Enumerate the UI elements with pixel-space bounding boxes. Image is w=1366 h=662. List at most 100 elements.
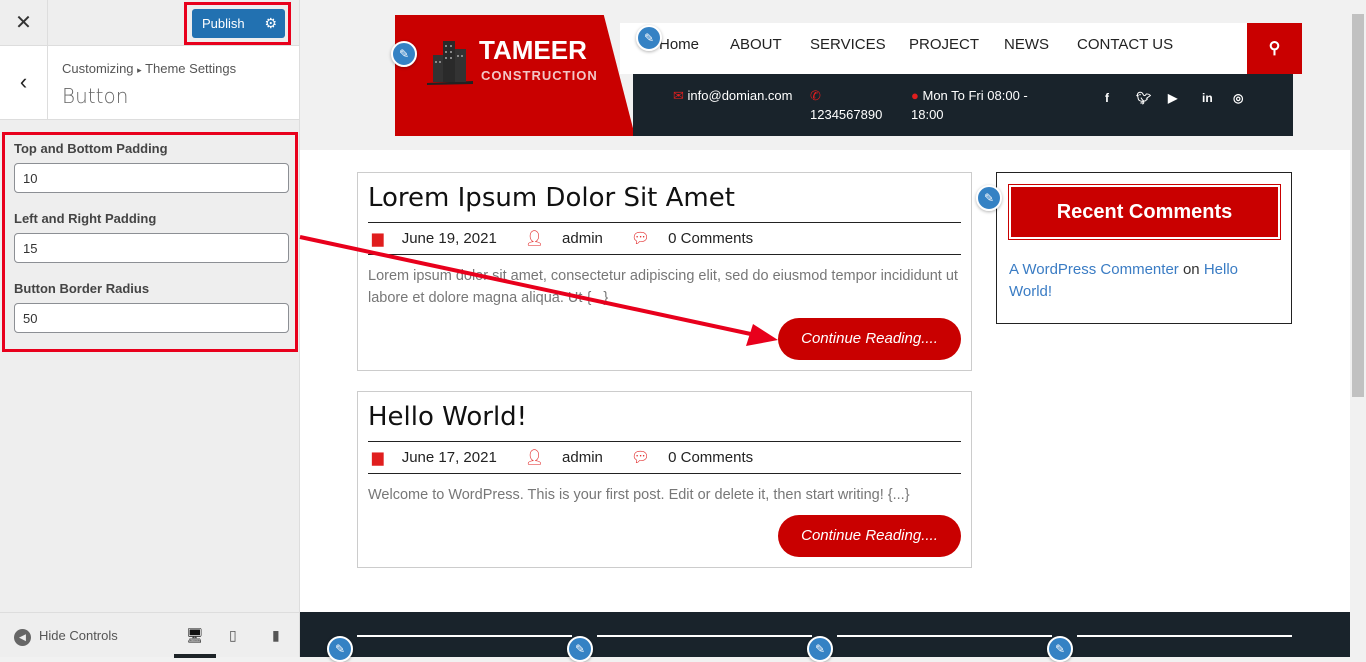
email-text: info@domian.com xyxy=(687,88,793,103)
divider xyxy=(368,473,961,474)
envelope-icon: ✉ xyxy=(673,88,684,103)
post-comments[interactable]: 0 Comments xyxy=(668,230,753,247)
scrollbar-thumb[interactable] xyxy=(1352,14,1364,397)
user-icon: 👤︎ xyxy=(524,449,544,466)
post-card: Hello World! ▆ June 17, 2021 👤︎ admin 💬︎ 0… xyxy=(357,391,972,568)
facebook-icon[interactable]: f xyxy=(1105,91,1109,105)
post-date[interactable]: June 19, 2021 xyxy=(402,230,497,247)
hide-controls-button[interactable]: ◀ Hide Controls xyxy=(14,628,118,646)
gear-icon[interactable]: ⚙ xyxy=(264,9,277,38)
calendar-icon: ▆ xyxy=(372,230,384,247)
breadcrumb-parent: Theme Settings xyxy=(145,61,237,76)
top-bottom-padding-label: Top and Bottom Padding xyxy=(14,141,168,156)
instagram-icon[interactable]: ◎ xyxy=(1233,91,1243,105)
main-nav: Home ABOUT SERVICES PROJECT NEWS CONTACT… xyxy=(620,23,1247,74)
post-title[interactable]: Lorem Ipsum Dolor Sit Amet xyxy=(368,183,735,213)
nav-services[interactable]: SERVICES xyxy=(810,36,886,53)
nav-contact[interactable]: CONTACT US xyxy=(1077,36,1173,53)
customizer-sidebar: ✕ Publish ⚙ ‹ Customizing ▸ Theme Setting… xyxy=(0,0,300,658)
edit-shortcut-icon[interactable]: ✎ xyxy=(636,25,662,51)
post-author[interactable]: admin xyxy=(562,449,603,466)
recent-comments-widget: Recent Comments A WordPress Commenter on… xyxy=(996,172,1292,324)
site-header: TAMEER CONSTRUCTION ✎ Home ABOUT SERVICE… xyxy=(300,0,1350,150)
continue-reading-button[interactable]: Continue Reading.... xyxy=(778,515,961,557)
site-logo[interactable]: TAMEER CONSTRUCTION xyxy=(395,15,635,136)
divider xyxy=(368,441,961,442)
border-radius-input[interactable] xyxy=(14,303,289,333)
footer-divider xyxy=(837,635,1052,637)
nav-project[interactable]: PROJECT xyxy=(909,36,979,53)
button-controls: Top and Bottom Padding Left and Right Pa… xyxy=(2,132,298,352)
email-info: ✉ info@domian.com xyxy=(673,86,793,105)
recent-comment: A WordPress Commenter on Hello World! xyxy=(1009,259,1279,303)
footer-divider xyxy=(1077,635,1292,637)
hide-controls-label: Hide Controls xyxy=(39,628,118,643)
publish-button[interactable]: Publish ⚙ xyxy=(192,9,285,38)
commenter-link[interactable]: A WordPress Commenter xyxy=(1009,261,1179,278)
continue-reading-button[interactable]: Continue Reading.... xyxy=(778,318,961,360)
tablet-preview-icon[interactable]: ▯ xyxy=(229,627,237,644)
search-icon[interactable]: ⚲ xyxy=(1247,23,1302,74)
post-date[interactable]: June 17, 2021 xyxy=(402,449,497,466)
linkedin-icon[interactable]: in xyxy=(1202,91,1213,105)
comments-icon: 💬︎ xyxy=(630,230,650,247)
phone-text: 1234567890 xyxy=(810,107,883,122)
nav-news[interactable]: NEWS xyxy=(1004,36,1049,53)
calendar-icon: ▆ xyxy=(372,449,384,466)
edit-shortcut-icon[interactable]: ✎ xyxy=(327,636,353,662)
nav-home[interactable]: Home xyxy=(659,36,699,53)
nav-about[interactable]: ABOUT xyxy=(730,36,782,53)
back-chevron-icon[interactable]: ‹ xyxy=(0,46,48,120)
post-author[interactable]: admin xyxy=(562,230,603,247)
hours-line1: Mon To Fri 08:00 - xyxy=(922,88,1028,103)
phone-icon: ✆ xyxy=(810,88,821,103)
left-right-padding-label: Left and Right Padding xyxy=(14,211,157,226)
post-meta: ▆ June 17, 2021 👤︎ admin 💬︎ 0 Comments xyxy=(372,448,781,466)
edit-shortcut-icon[interactable]: ✎ xyxy=(1047,636,1073,662)
comments-icon: 💬︎ xyxy=(630,449,650,466)
divider xyxy=(368,254,961,255)
top-bottom-padding-input[interactable] xyxy=(14,163,289,193)
publish-label: Publish xyxy=(202,16,245,31)
preview-scrollbar[interactable] xyxy=(1350,0,1366,657)
customizer-footer: ◀ Hide Controls 🖥 ▯ ▮ xyxy=(0,612,299,658)
edit-shortcut-icon[interactable]: ✎ xyxy=(391,41,417,67)
device-selected-indicator xyxy=(174,654,216,658)
mobile-preview-icon[interactable]: ▮ xyxy=(272,627,280,644)
youtube-icon[interactable]: ▶ xyxy=(1168,91,1177,105)
breadcrumb-root: Customizing xyxy=(62,61,134,76)
hours-line2: 18:00 xyxy=(911,107,944,122)
post-title[interactable]: Hello World! xyxy=(368,402,527,432)
section-title: Button xyxy=(62,84,129,108)
twitter-icon[interactable]: 🐦︎ xyxy=(1136,91,1151,105)
post-meta: ▆ June 19, 2021 👤︎ admin 💬︎ 0 Comments xyxy=(372,229,781,247)
breadcrumb-separator: ▸ xyxy=(137,65,142,75)
edit-shortcut-icon[interactable]: ✎ xyxy=(567,636,593,662)
phone-info: ✆ 1234567890 xyxy=(810,86,882,124)
footer-divider xyxy=(357,635,572,637)
edit-shortcut-icon[interactable]: ✎ xyxy=(807,636,833,662)
post-comments[interactable]: 0 Comments xyxy=(668,449,753,466)
post-card: Lorem Ipsum Dolor Sit Amet ▆ June 19, 20… xyxy=(357,172,972,371)
breadcrumb: Customizing ▸ Theme Settings xyxy=(62,61,236,76)
footer-divider xyxy=(597,635,812,637)
post-excerpt: Lorem ipsum dolor sit amet, consectetur … xyxy=(368,268,958,306)
post-excerpt: Welcome to WordPress. This is your first… xyxy=(368,487,910,503)
divider xyxy=(368,222,961,223)
desktop-preview-icon[interactable]: 🖥 xyxy=(186,627,204,644)
left-right-padding-input[interactable] xyxy=(14,233,289,263)
close-icon[interactable]: ✕ xyxy=(0,0,48,46)
logo-subtitle: CONSTRUCTION xyxy=(481,68,598,83)
on-text: on xyxy=(1182,261,1200,278)
site-footer: ✎ ✎ ✎ ✎ xyxy=(300,612,1350,662)
section-header: ‹ Customizing ▸ Theme Settings Button xyxy=(0,46,299,120)
border-radius-label: Button Border Radius xyxy=(14,281,150,296)
widget-title: Recent Comments xyxy=(1008,184,1281,240)
customizer-header: ✕ Publish ⚙ xyxy=(0,0,299,46)
clock-icon: ● xyxy=(911,88,919,103)
hours-info: ● Mon To Fri 08:00 - 18:00 xyxy=(911,86,1061,124)
publish-highlight: Publish ⚙ xyxy=(184,2,291,45)
site-preview: TAMEER CONSTRUCTION ✎ Home ABOUT SERVICE… xyxy=(300,0,1350,662)
edit-shortcut-icon[interactable]: ✎ xyxy=(976,185,1002,211)
collapse-icon: ◀ xyxy=(14,629,31,646)
